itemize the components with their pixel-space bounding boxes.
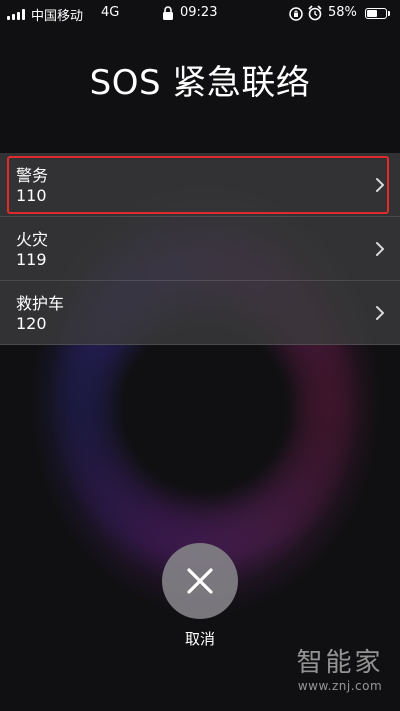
- network-type: 4G: [101, 5, 120, 20]
- contact-name: 警务: [16, 166, 49, 185]
- contact-number: 119: [16, 250, 47, 269]
- battery-fill: [367, 10, 378, 17]
- cancel-button[interactable]: [162, 543, 238, 619]
- chevron-right-icon: [376, 242, 384, 256]
- chevron-right-icon: [376, 178, 384, 192]
- contact-item-ambulance[interactable]: 救护车 120: [0, 281, 400, 345]
- battery-percent: 58%: [328, 5, 357, 20]
- page-title: SOS 紧急联络: [89, 63, 311, 103]
- contact-list: 警务 110 火灾 119 救护车 120: [0, 153, 400, 345]
- watermark-brand: 智能家: [296, 648, 384, 678]
- battery-icon: [365, 8, 387, 19]
- contact-item-fire[interactable]: 火灾 119: [0, 217, 400, 281]
- lock-icon: [162, 5, 174, 25]
- contact-name: 救护车: [16, 294, 65, 313]
- contact-number: 120: [16, 314, 47, 333]
- status-time: 09:23: [180, 5, 218, 20]
- contact-name: 火灾: [16, 230, 49, 249]
- watermark-url: www.znj.com: [297, 679, 383, 693]
- chevron-right-icon: [376, 306, 384, 320]
- contact-item-police[interactable]: 警务 110: [0, 153, 400, 217]
- close-icon: [187, 568, 213, 594]
- signal-icon: [7, 9, 25, 20]
- battery-tip: [388, 11, 390, 16]
- rotation-lock-icon: [288, 4, 304, 26]
- status-bar: 中国移动 4G 09:23 58%: [0, 0, 400, 28]
- watermark: 智能家 www.znj.com: [288, 647, 392, 693]
- cancel-label: 取消: [184, 630, 215, 648]
- carrier-name: 中国移动: [31, 9, 84, 24]
- highlight-frame: [7, 156, 389, 214]
- alarm-icon: [307, 4, 323, 26]
- contact-number: 110: [16, 186, 47, 205]
